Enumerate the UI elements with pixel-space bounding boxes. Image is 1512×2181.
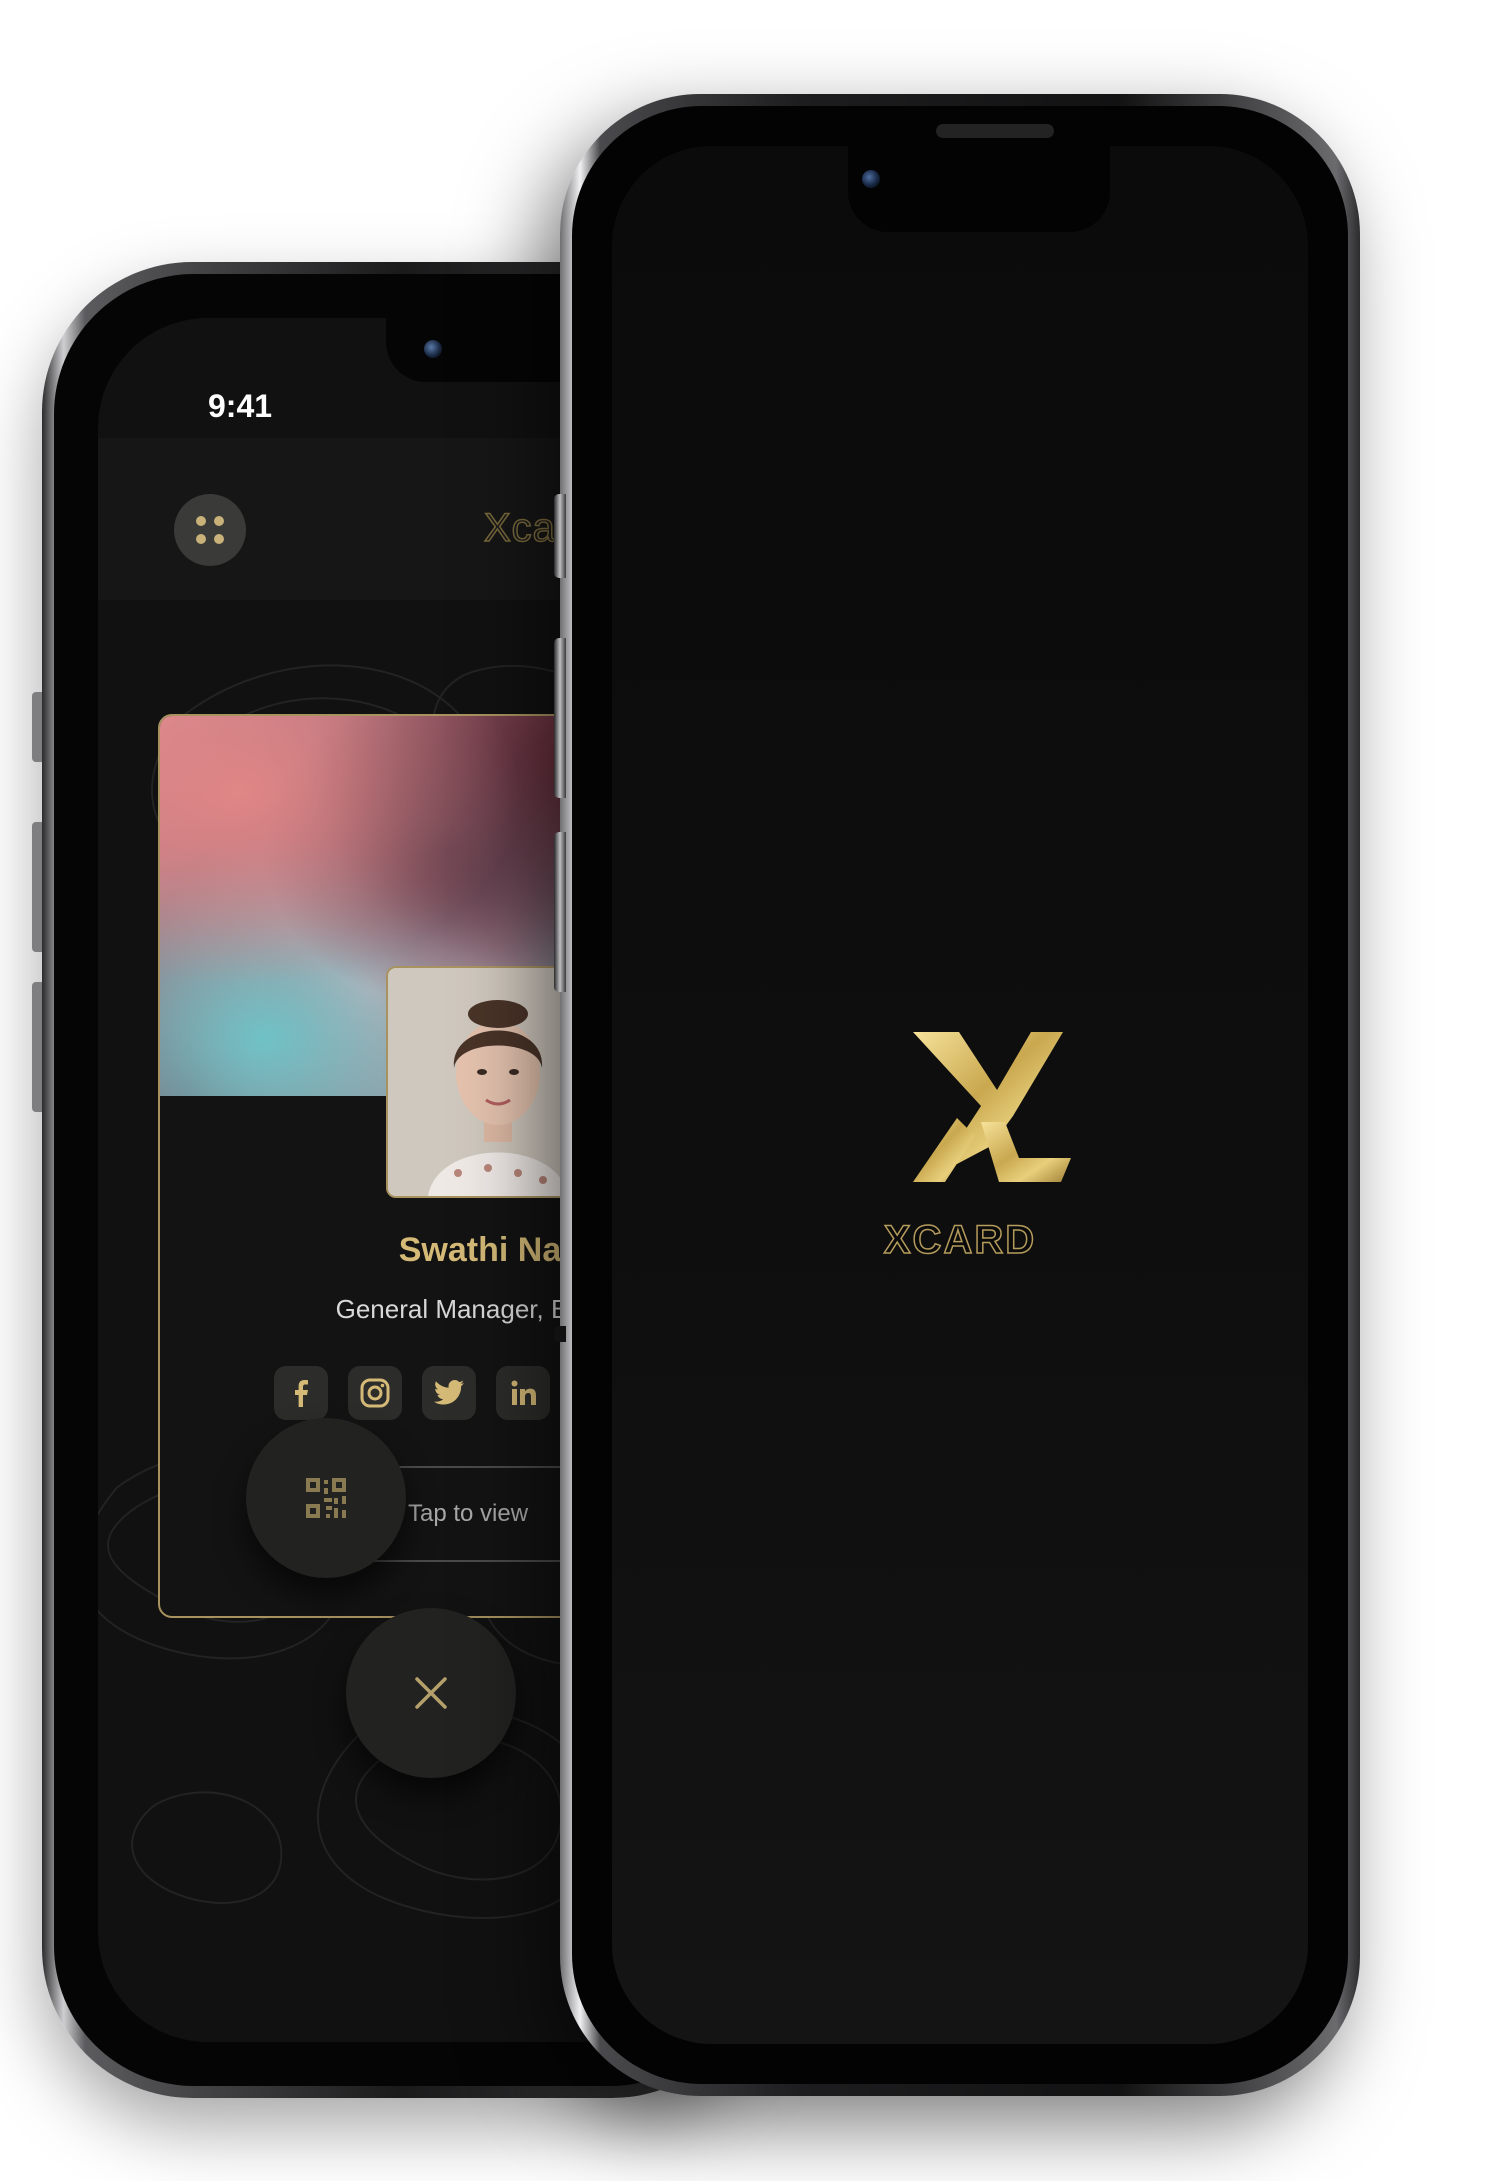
front-phone-notch: [848, 146, 1110, 232]
front-phone: XCARD: [554, 94, 1360, 2096]
speaker-grille: [936, 124, 1054, 138]
front-phone-bezel: XCARD: [572, 106, 1348, 2084]
grid-dots-icon[interactable]: [174, 494, 246, 566]
camera-icon: [862, 170, 880, 188]
twitter-icon[interactable]: [422, 1366, 476, 1420]
close-icon: [415, 1677, 447, 1709]
splash-brand-title: XCARD: [883, 1217, 1037, 1263]
linkedin-icon[interactable]: [496, 1366, 550, 1420]
status-time: 9:41: [208, 388, 273, 424]
instagram-icon[interactable]: [348, 1366, 402, 1420]
camera-icon: [424, 340, 442, 358]
front-phone-screen: XCARD: [612, 146, 1308, 2044]
qr-code-button[interactable]: [246, 1418, 406, 1578]
close-button[interactable]: [346, 1608, 516, 1778]
qr-code-icon: [306, 1478, 346, 1518]
xcard-logo-icon: [895, 1006, 1095, 1206]
facebook-icon[interactable]: [274, 1366, 328, 1420]
